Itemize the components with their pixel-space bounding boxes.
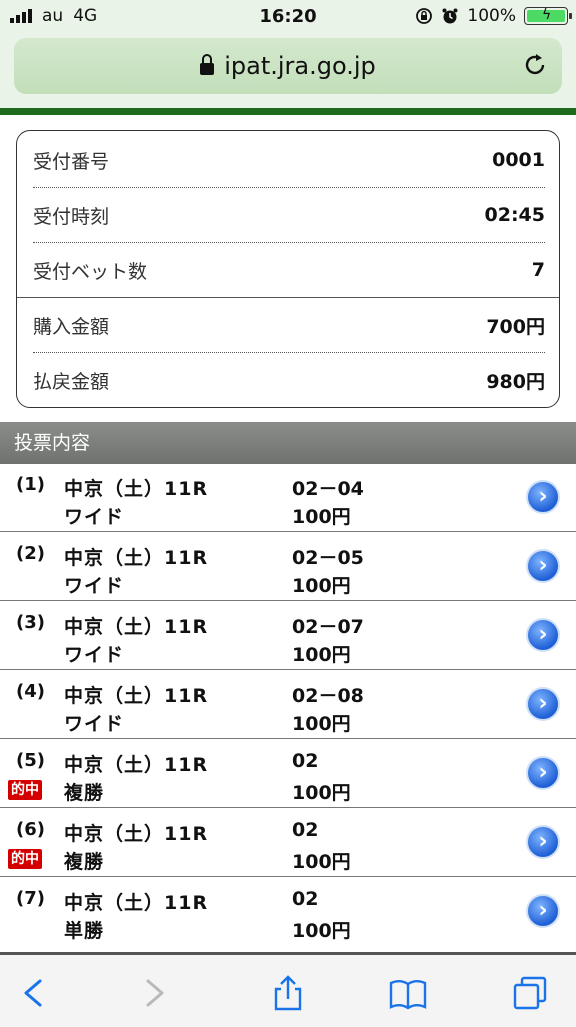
ticket-index: (3) [16,612,45,633]
ticket-bet-type: ワイド [64,506,125,528]
ticket-index: (6) [16,819,45,840]
browser-header: ipat.jra.go.jp [0,34,576,108]
receipt-label: 受付時刻 [33,205,110,228]
share-icon[interactable] [268,973,308,1013]
ticket-bet-type: 複勝 [64,851,105,873]
ticket-numbers: 02－05 [292,547,364,569]
url-text: ipat.jra.go.jp [224,52,376,80]
battery-percent: 100% [467,6,516,26]
chevron-right-icon[interactable]: › [526,687,560,721]
ticket-numbers: 02 [292,888,319,910]
receipt-row-bet-count: 受付ベット数 7 [33,243,545,297]
ticket-numbers: 02－08 [292,685,364,707]
back-icon[interactable] [14,973,54,1013]
bookmarks-icon[interactable] [388,973,428,1013]
receipt-label: 払戻金額 [33,370,110,393]
ticket-bet-type: 単勝 [64,920,105,942]
ticket-amount: 100円 [292,644,351,666]
receipt-label: 受付ベット数 [33,260,148,283]
address-bar[interactable]: ipat.jra.go.jp [14,38,562,94]
receipt-label: 受付番号 [33,150,110,173]
browser-toolbar [0,952,576,1027]
ticket-race: 中京（土）11R [64,823,209,845]
ticket-row[interactable]: (2) 中京（土）11R ワイド 02－05 100円 › [0,533,576,601]
ticket-numbers: 02－07 [292,616,364,638]
header-divider [0,108,576,115]
receipt-row-purchase: 購入金額 700円 [33,298,545,352]
ticket-bet-type: 複勝 [64,782,105,804]
ticket-numbers: 02 [292,750,319,772]
ticket-row[interactable]: (3) 中京（土）11R ワイド 02－07 100円 › [0,602,576,670]
ticket-amount: 100円 [292,920,351,942]
ticket-index: (1) [16,474,45,495]
receipt-summary: 受付番号 0001 受付時刻 02:45 受付ベット数 7 購入金額 700円 … [16,130,560,408]
ticket-race: 中京（土）11R [64,892,209,914]
receipt-row-number: 受付番号 0001 [33,133,545,187]
chevron-right-icon[interactable]: › [526,756,560,790]
rotation-lock-icon [416,8,433,24]
ticket-index: (4) [16,681,45,702]
ticket-race: 中京（土）11R [64,685,209,707]
ticket-index: (7) [16,888,45,909]
ticket-index: (2) [16,543,45,564]
ticket-amount: 100円 [292,575,351,597]
battery-icon: ϟ [524,7,572,25]
ticket-numbers: 02－04 [292,478,364,500]
ticket-row[interactable]: (7) 中京（土）11R 単勝 02 100円 › [0,878,576,946]
chevron-right-icon[interactable]: › [526,825,560,859]
ticket-bet-type: ワイド [64,575,125,597]
ticket-amount: 100円 [292,782,351,804]
receipt-row-payout: 払戻金額 980円 [33,353,545,407]
hit-badge: 的中 [8,780,42,800]
ticket-row[interactable]: (1) 中京（土）11R ワイド 02－04 100円 › [0,464,576,532]
forward-icon[interactable] [134,973,174,1013]
ticket-index: (5) [16,750,45,771]
ticket-bet-type: ワイド [64,713,125,735]
chevron-right-icon[interactable]: › [526,480,560,514]
ticket-row[interactable]: (5) 中京（土）11R 的中 複勝 02 100円 › [0,740,576,808]
ticket-amount: 100円 [292,713,351,735]
section-title: 投票内容 [0,422,576,464]
receipt-value: 7 [531,259,545,281]
ticket-amount: 100円 [292,506,351,528]
alarm-icon [442,8,458,24]
ticket-race: 中京（土）11R [64,616,209,638]
ticket-row[interactable]: (6) 中京（土）11R 的中 複勝 02 100円 › [0,809,576,877]
receipt-row-time: 受付時刻 02:45 [33,188,545,242]
lock-icon [200,54,215,75]
receipt-value: 700円 [486,315,545,338]
receipt-value: 02:45 [484,204,545,226]
chevron-right-icon[interactable]: › [526,618,560,652]
ticket-race: 中京（土）11R [64,478,209,500]
hit-badge: 的中 [8,849,42,869]
chevron-right-icon[interactable]: › [526,894,560,928]
receipt-label: 購入金額 [33,315,110,338]
ticket-bet-type: ワイド [64,644,125,666]
ticket-race: 中京（土）11R [64,754,209,776]
chevron-right-icon[interactable]: › [526,549,560,583]
receipt-value: 980円 [486,370,545,393]
ticket-numbers: 02 [292,819,319,841]
receipt-value: 0001 [492,149,545,171]
status-bar: au 4G 16:20 100% ϟ [0,0,576,34]
reload-icon[interactable] [522,52,548,78]
ticket-race: 中京（土）11R [64,547,209,569]
ticket-amount: 100円 [292,851,351,873]
tabs-icon[interactable] [510,973,550,1013]
ticket-row[interactable]: (4) 中京（土）11R ワイド 02－08 100円 › [0,671,576,739]
